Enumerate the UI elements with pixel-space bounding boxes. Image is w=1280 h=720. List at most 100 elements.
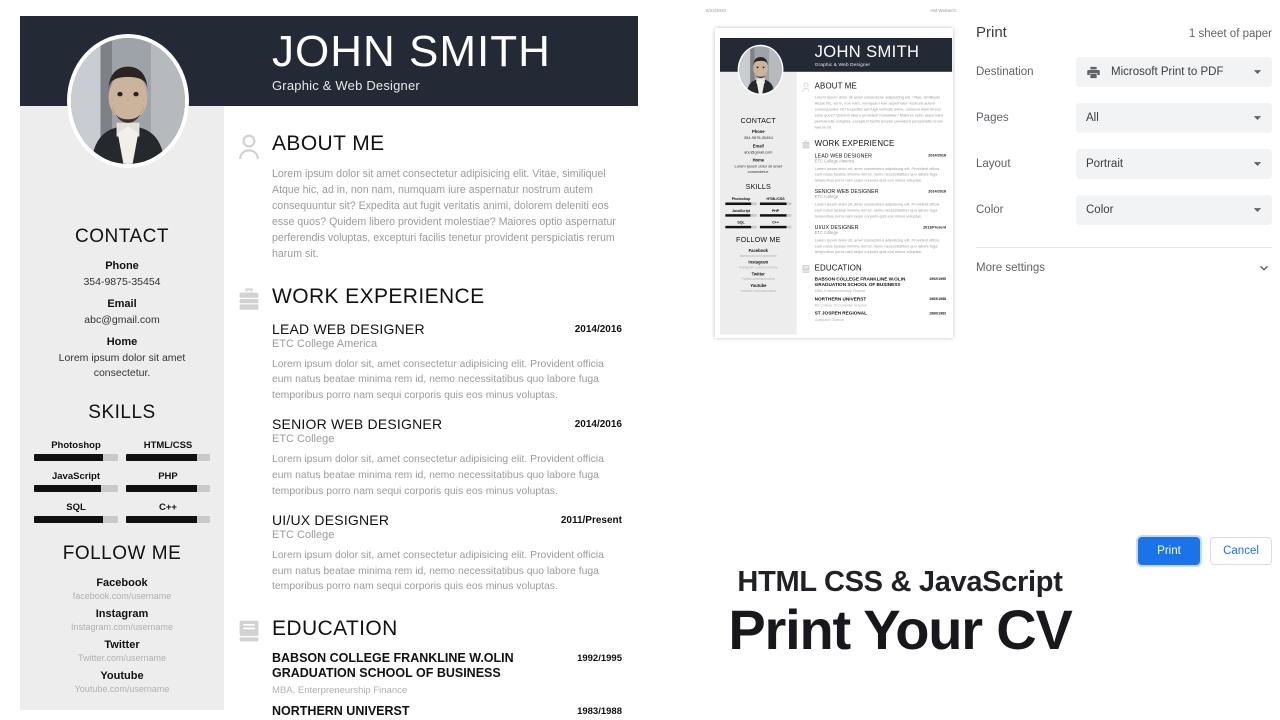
cv-name: JOHN SMITH bbox=[814, 41, 920, 61]
job-description: Lorem ipsum dolor sit, amet consectetur … bbox=[272, 358, 604, 401]
skill-bar bbox=[759, 213, 792, 217]
education-degree: BS,College of Computer Science bbox=[814, 303, 867, 308]
pages-select[interactable]: All bbox=[1076, 103, 1272, 133]
skill-item: C++ bbox=[759, 220, 792, 229]
job-date: 2014/2016 bbox=[928, 189, 947, 194]
cancel-button[interactable]: Cancel bbox=[1210, 537, 1272, 565]
skill-bar bbox=[34, 515, 118, 523]
follow-heading: FOLLOW ME bbox=[62, 542, 182, 564]
cv-sidebar: CONTACT Phone 354-9875-35454 Email abc@g… bbox=[20, 106, 224, 710]
follow-url: Instagram.com/username bbox=[70, 621, 174, 632]
skill-bar bbox=[126, 453, 210, 461]
skill-bar bbox=[126, 484, 210, 492]
job-title: LEAD WEB DESIGNER bbox=[272, 320, 425, 337]
education-school: BABSON COLLEGE FRANKLINE W.OLIN GRADUATI… bbox=[272, 651, 514, 681]
contact-heading: CONTACT bbox=[740, 116, 776, 125]
education-school: ST JOSPEH REGIONAL bbox=[814, 310, 868, 316]
destination-row: Destination Microsoft Print to PDF bbox=[968, 57, 1280, 87]
skill-bar bbox=[759, 202, 792, 205]
more-settings-row[interactable]: More settings bbox=[968, 248, 1280, 274]
work-title: WORK EXPERIENCE bbox=[814, 138, 895, 148]
person-icon bbox=[802, 82, 815, 93]
follow-name: Instagram bbox=[95, 607, 149, 620]
overlay-subtitle: HTML CSS & JavaScript bbox=[737, 566, 1063, 598]
follow-url: Instagram.com/username bbox=[739, 265, 778, 270]
color-label: Color bbox=[976, 204, 1004, 216]
preview-paper-sheet[interactable]: CONTACT Phone 354-9875-35454 Email abc@g… bbox=[715, 28, 953, 338]
follow-heading: FOLLOW ME bbox=[736, 235, 781, 244]
follow-name: Twitter bbox=[751, 271, 765, 277]
job-entry: LEAD WEB DESIGNER 2014/2016 ETC College A… bbox=[815, 152, 946, 183]
contact-label-email: Email bbox=[752, 143, 764, 149]
education-entry: ST JOSPEH REGIONAL 1980/1983 Computer Sci… bbox=[815, 311, 946, 322]
skill-bar-fill bbox=[725, 213, 751, 217]
skill-item: Photoshop bbox=[725, 197, 757, 205]
contact-label-phone: Phone bbox=[105, 260, 139, 272]
education-heading-row: BABSON COLLEGE FRANKLINE W.OLIN GRADUATI… bbox=[272, 651, 622, 681]
chevron-down-icon bbox=[1252, 67, 1263, 78]
contact-value-phone: 354-9875-35454 bbox=[83, 276, 161, 288]
sheet-count: 1 sheet of paper bbox=[1188, 28, 1272, 40]
follow-url: Youtube.com/username bbox=[740, 288, 777, 293]
skill-item: SQL bbox=[34, 502, 118, 523]
education-heading-row: NORTHERN UNIVERST 1983/1988 bbox=[272, 704, 622, 719]
follow-item-instagram[interactable]: Instagram Instagram.com/username bbox=[20, 608, 224, 632]
about-title: ABOUT ME bbox=[272, 132, 385, 155]
destination-select[interactable]: Microsoft Print to PDF bbox=[1076, 57, 1272, 87]
education-degree: MBA, Enterpreneurship Finance bbox=[272, 685, 408, 697]
avatar bbox=[67, 34, 189, 168]
skill-bar-fill bbox=[126, 515, 198, 523]
job-org: ETC College America bbox=[814, 158, 855, 164]
cv-main-column: ABOUT ME Lorem ipsum dolor sit amet cons… bbox=[224, 114, 634, 720]
skill-label: PHP bbox=[771, 208, 780, 213]
book-icon bbox=[802, 264, 815, 274]
job-org: ETC College America bbox=[272, 337, 378, 350]
preview-avatar bbox=[737, 44, 784, 96]
skill-bar bbox=[34, 484, 118, 492]
about-body: Lorem ipsum dolor sit amet consectetur a… bbox=[802, 94, 946, 130]
job-title: SENIOR WEB DESIGNER bbox=[272, 416, 443, 433]
overlay-title-block: HTML CSS & JavaScript Print Your CV bbox=[640, 566, 1160, 660]
follow-url: facebook.com/username bbox=[739, 253, 777, 258]
contact-value-phone: 354-9875-35454 bbox=[743, 135, 773, 141]
work-section-header: WORK EXPERIENCE bbox=[238, 285, 622, 313]
cv-role: Graphic & Web Designer bbox=[272, 78, 420, 94]
follow-name: Facebook bbox=[96, 576, 148, 589]
job-heading-row: SENIOR WEB DESIGNER 2014/2016 bbox=[272, 416, 622, 432]
skill-bar-fill bbox=[759, 225, 787, 229]
layout-select[interactable]: Portrait bbox=[1076, 149, 1272, 179]
job-description: Lorem ipsum dolor sit, amet consectetur … bbox=[814, 238, 940, 255]
follow-url: Twitter.com/username bbox=[741, 277, 775, 281]
overlay-main-title: Print Your CV bbox=[728, 598, 1072, 661]
work-body: LEAD WEB DESIGNER 2014/2016 ETC College … bbox=[238, 321, 622, 595]
job-description: Lorem ipsum dolor sit, amet consectetur … bbox=[272, 550, 604, 593]
preview-skills-grid: Photoshop HTML/CSS JavaScript PHP SQL C+… bbox=[720, 196, 797, 229]
layout-row: Layout Portrait bbox=[968, 149, 1280, 179]
layout-label: Layout bbox=[976, 158, 1011, 170]
follow-name: Twitter bbox=[104, 638, 140, 651]
skill-item: C++ bbox=[126, 502, 210, 523]
job-title: UI/UX DESIGNER bbox=[814, 224, 859, 231]
follow-item-twitter[interactable]: Twitter Twitter.com/username bbox=[20, 639, 224, 663]
skill-bar bbox=[725, 225, 757, 229]
follow-item-youtube[interactable]: Youtube Youtube.com/username bbox=[20, 670, 224, 694]
skill-item: PHP bbox=[759, 208, 792, 217]
color-select[interactable]: Color bbox=[1076, 195, 1272, 225]
skill-bar bbox=[759, 225, 792, 229]
contact-value-email: abc@gmail.com bbox=[744, 149, 773, 155]
contact-value-home: Lorem ipsum dolor sit amet consectetur. bbox=[58, 352, 186, 379]
follow-item-youtube: Youtube Youtube.com/username bbox=[720, 283, 797, 292]
skill-bar-fill bbox=[126, 484, 197, 492]
education-school: NORTHERN UNIVERST bbox=[814, 296, 867, 302]
destination-label: Destination bbox=[976, 66, 1034, 78]
follow-item-facebook[interactable]: Facebook facebook.com/username bbox=[20, 577, 224, 601]
contact-label-home: Home bbox=[106, 336, 138, 349]
skill-bar-fill bbox=[759, 213, 787, 217]
destination-value: Microsoft Print to PDF bbox=[1111, 66, 1224, 78]
job-org: ETC College bbox=[272, 529, 335, 542]
education-body: BABSON COLLEGE FRANKLINE W.OLIN GRADUATI… bbox=[802, 276, 946, 321]
job-entry: LEAD WEB DESIGNER 2014/2016 ETC College … bbox=[272, 321, 622, 404]
print-button[interactable]: Print bbox=[1138, 537, 1200, 565]
education-title: EDUCATION bbox=[272, 617, 398, 641]
job-date: 2014/2016 bbox=[574, 419, 622, 431]
